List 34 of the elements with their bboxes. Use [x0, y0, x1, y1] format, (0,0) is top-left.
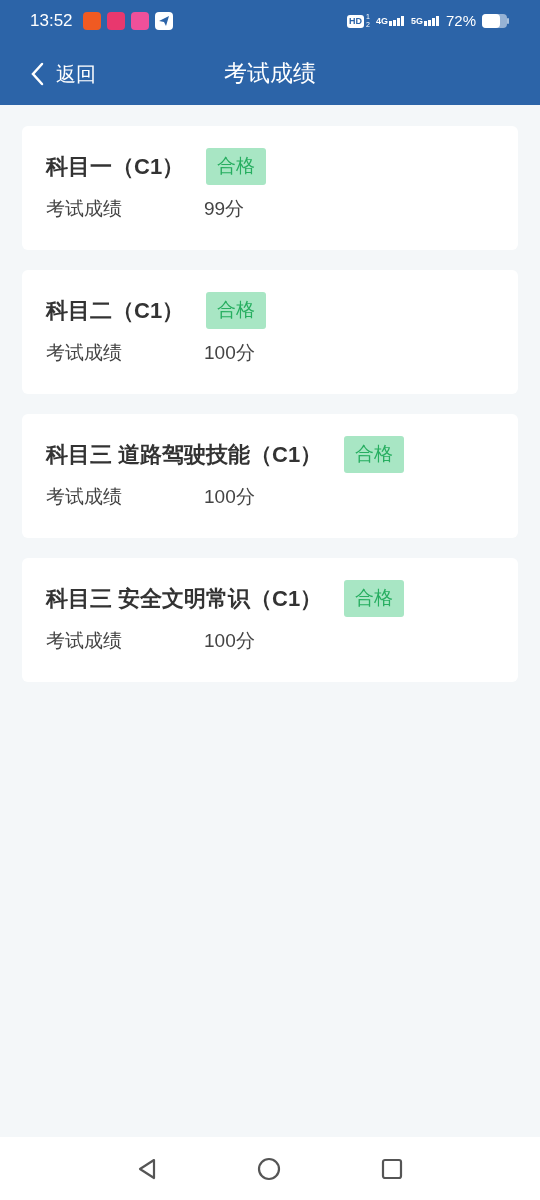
score-label: 考试成绩	[46, 196, 123, 221]
battery-percent: 72%	[445, 10, 476, 31]
back-chevron-icon	[30, 61, 44, 86]
subject-title: 科目二（C1）	[46, 296, 185, 325]
signal-icon	[423, 16, 440, 26]
subject-title: 科目三 安全文明常识（C1）	[46, 584, 323, 613]
send-icon	[154, 12, 173, 30]
back-button[interactable]: 返回	[30, 58, 96, 89]
app-icon	[82, 12, 101, 30]
hd-badge: HD	[347, 14, 365, 28]
back-triangle-icon[interactable]	[137, 1157, 157, 1180]
score-label: 考试成绩	[46, 484, 123, 509]
signal-icon	[388, 16, 405, 26]
subject-title: 科目一（C1）	[46, 152, 185, 181]
status-tag: 合格	[206, 148, 267, 185]
app-icon	[130, 12, 149, 30]
score-label: 考试成绩	[46, 628, 123, 653]
app-icon	[106, 12, 125, 30]
home-circle-icon[interactable]	[257, 1156, 281, 1181]
battery-icon	[482, 14, 510, 28]
score-label: 考试成绩	[46, 340, 123, 365]
score-value: 100分	[204, 628, 255, 653]
status-tag: 合格	[344, 580, 405, 617]
network-type: 5G	[410, 16, 423, 26]
recents-square-icon[interactable]	[381, 1157, 403, 1180]
network-type: 4G	[375, 16, 388, 26]
page-title: 考试成绩	[224, 59, 316, 89]
status-tag: 合格	[344, 436, 405, 473]
score-value: 99分	[204, 196, 245, 221]
status-time: 13:52	[30, 10, 73, 33]
status-tag: 合格	[206, 292, 267, 329]
subject-title: 科目三 道路驾驶技能（C1）	[46, 440, 323, 469]
score-value: 100分	[204, 340, 255, 365]
score-value: 100分	[204, 484, 255, 509]
